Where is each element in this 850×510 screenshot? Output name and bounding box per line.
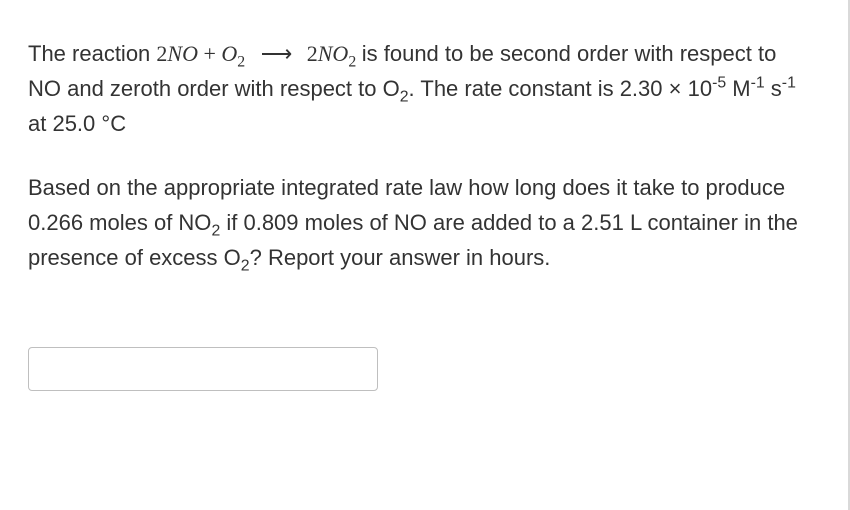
text-after-o2: . The rate constant is 2.30 × 10 [409, 76, 713, 101]
text-q-c: ? Report your answer in hours. [250, 245, 551, 270]
text-lead: The reaction [28, 41, 156, 66]
subscript-2-no2-q: 2 [211, 222, 220, 239]
coef-2-lhs: 2 [156, 41, 167, 66]
species-NO-lhs: NO [167, 41, 198, 66]
unit-M: M [726, 76, 750, 101]
reaction-arrow-icon: ⟶ [251, 36, 302, 71]
answer-input[interactable] [28, 347, 378, 391]
paragraph-question: Based on the appropriate integrated rate… [28, 170, 810, 276]
plus-sign: + [198, 41, 221, 66]
superscript-neg5: -5 [712, 75, 726, 92]
question-card: The reaction 2NO + O2 ⟶ 2NO2 is found to… [0, 0, 850, 510]
species-NO-rhs: NO [318, 41, 349, 66]
species-O: O [221, 41, 237, 66]
superscript-s-neg1: -1 [782, 75, 796, 92]
unit-s: s [765, 76, 782, 101]
subscript-2-o2-lhs: 2 [237, 53, 245, 70]
reaction-equation: 2NO + O2 ⟶ 2NO2 [156, 41, 361, 66]
subscript-2-no2-rhs: 2 [348, 53, 356, 70]
subscript-2-o2-text: 2 [400, 89, 409, 106]
subscript-2-o2-q: 2 [241, 257, 250, 274]
coef-2-rhs: 2 [307, 41, 318, 66]
paragraph-reaction: The reaction 2NO + O2 ⟶ 2NO2 is found to… [28, 36, 810, 142]
text-temp: at 25.0 °C [28, 111, 126, 136]
superscript-M-neg1: -1 [751, 75, 765, 92]
